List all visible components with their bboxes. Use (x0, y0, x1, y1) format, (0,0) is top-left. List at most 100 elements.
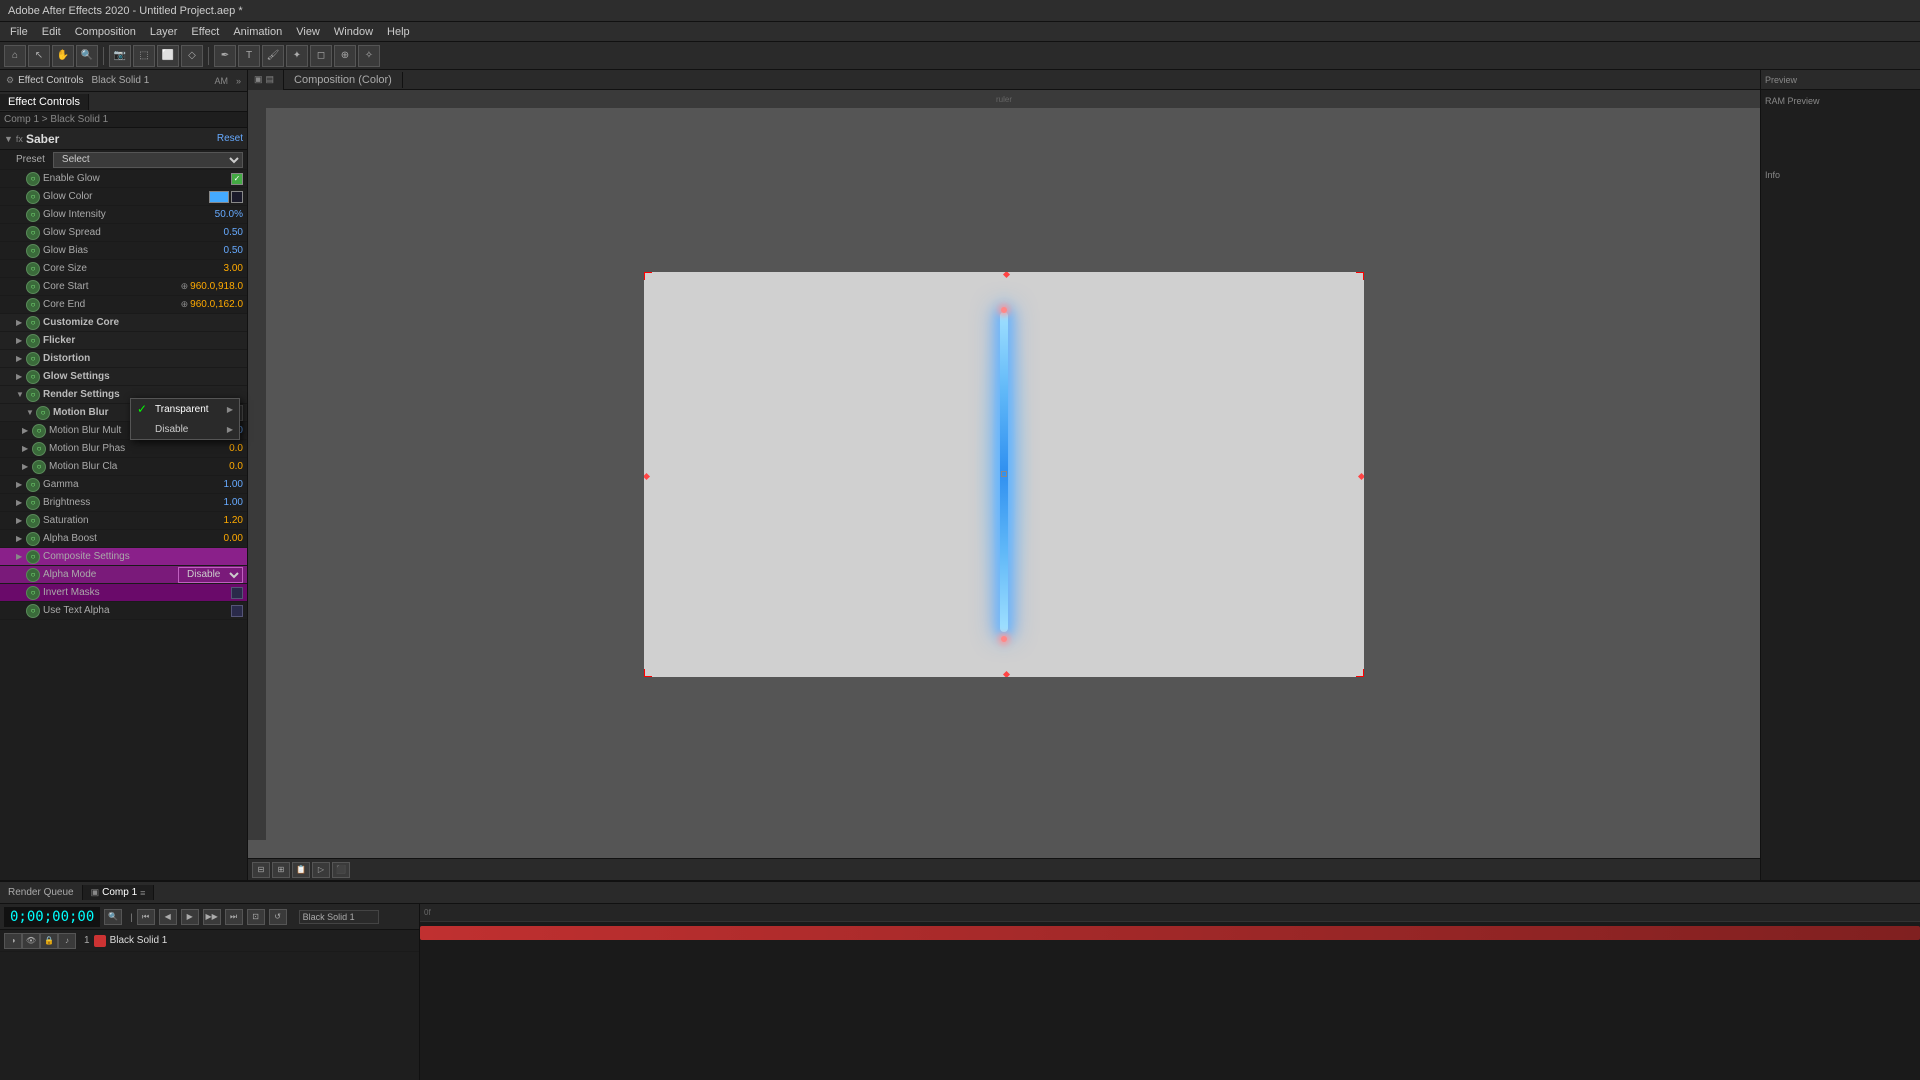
distortion-icon: ○ (26, 352, 40, 366)
customize-core-label: Customize Core (43, 317, 119, 328)
tl-loop[interactable]: ↺ (269, 909, 287, 925)
tab-composition-color[interactable]: Composition (Color) (284, 72, 403, 88)
glow-intensity-value[interactable]: 50.0% (193, 209, 243, 220)
comp-canvas[interactable] (644, 272, 1364, 677)
core-size-value[interactable]: 3.00 (193, 263, 243, 274)
enable-glow-icon: ○ (26, 172, 40, 186)
menu-effect[interactable]: Effect (185, 24, 225, 40)
layer-eye[interactable]: 👁 (22, 933, 40, 949)
brightness-value[interactable]: 1.00 (193, 497, 243, 508)
ctrl-zoom-out[interactable]: ⊟ (252, 862, 270, 878)
menu-window[interactable]: Window (328, 24, 379, 40)
tool-puppet[interactable]: ⊕ (334, 45, 356, 67)
menu-layer[interactable]: Layer (144, 24, 184, 40)
prop-glow-intensity: ○ Glow Intensity 50.0% (0, 206, 247, 224)
tl-play-back[interactable]: ⏮ (137, 909, 155, 925)
tool-shape[interactable]: ◇ (181, 45, 203, 67)
prop-gamma: ▶ ○ Gamma 1.00 (0, 476, 247, 494)
tl-next-frame[interactable]: ▶▶ (203, 909, 221, 925)
comp1-tab[interactable]: ▣ Comp 1 ≡ (83, 885, 155, 900)
ctrl-stop[interactable]: ⬛ (332, 862, 350, 878)
tool-layer[interactable]: ⬚ (133, 45, 155, 67)
use-text-alpha-checkbox[interactable] (231, 605, 243, 617)
prop-invert-masks: ○ Invert Masks (0, 584, 247, 602)
layer-name-input[interactable] (299, 910, 379, 924)
tool-home[interactable]: ⌂ (4, 45, 26, 67)
tool-mask[interactable]: ⬜ (157, 45, 179, 67)
motion-blur-icon: ○ (36, 406, 50, 420)
ctrl-resolution[interactable]: 📋 (292, 862, 310, 878)
tl-search[interactable]: 🔍 (104, 909, 122, 925)
core-end-value[interactable]: 960.0,162.0 (190, 299, 243, 310)
tl-prev-frame[interactable]: ◀ (159, 909, 177, 925)
core-start-label: Core Start (43, 281, 181, 292)
layer-lock[interactable]: 🔒 (40, 933, 58, 949)
right-panel: Preview RAM Preview Info (1760, 70, 1920, 880)
saber-expand-arrow[interactable]: ▼ (4, 134, 13, 144)
popup-disable[interactable]: ✓ Disable ▶ (131, 419, 239, 439)
gamma-value[interactable]: 1.00 (193, 479, 243, 490)
menu-edit[interactable]: Edit (36, 24, 67, 40)
tool-hand[interactable]: ✋ (52, 45, 74, 67)
transparent-checkmark: ✓ (137, 402, 151, 416)
menu-composition[interactable]: Composition (69, 24, 142, 40)
menu-file[interactable]: File (4, 24, 34, 40)
tool-zoom[interactable]: 🔍 (76, 45, 98, 67)
toolbar: ⌂ ↖ ✋ 🔍 📷 ⬚ ⬜ ◇ ✒ T 🖌 ✦ ◻ ⊕ ✧ (0, 42, 1920, 70)
tool-brush[interactable]: 🖌 (262, 45, 284, 67)
ec-expand[interactable]: » (236, 76, 241, 86)
render-queue-tab[interactable]: Render Queue (0, 885, 83, 900)
render-settings-label: Render Settings (43, 389, 120, 400)
glow-spread-value[interactable]: 0.50 (193, 227, 243, 238)
corner-marker-tr (1356, 272, 1364, 280)
saber-reset-button[interactable]: Reset (217, 133, 243, 144)
use-text-alpha-label: Use Text Alpha (43, 605, 231, 616)
invert-masks-label: Invert Masks (43, 587, 231, 598)
tl-play[interactable]: ▶ (181, 909, 199, 925)
tool-stamp[interactable]: ✦ (286, 45, 308, 67)
preset-select[interactable]: Select (53, 152, 243, 168)
mb-cla-value[interactable]: 0.0 (193, 461, 243, 472)
use-text-alpha-icon: ○ (26, 604, 40, 618)
section-customize-core[interactable]: ▶ ○ Customize Core (0, 314, 247, 332)
mb-phas-value[interactable]: 0.0 (193, 443, 243, 454)
section-distortion[interactable]: ▶ ○ Distortion (0, 350, 247, 368)
tool-camera[interactable]: 📷 (109, 45, 131, 67)
time-display[interactable]: 0;00;00;00 (4, 907, 100, 927)
section-flicker[interactable]: ▶ ○ Flicker (0, 332, 247, 350)
layer-solo[interactable]: ◑ (4, 933, 22, 949)
glow-color-dark-swatch[interactable] (231, 191, 243, 203)
tool-text[interactable]: T (238, 45, 260, 67)
effect-controls-title: Effect Controls (18, 75, 83, 86)
tl-ram-preview[interactable]: ⊡ (247, 909, 265, 925)
menu-animation[interactable]: Animation (227, 24, 288, 40)
menu-help[interactable]: Help (381, 24, 416, 40)
glow-bias-value[interactable]: 0.50 (193, 245, 243, 256)
tl-spacer: | (130, 912, 132, 922)
mb-phas-label: Motion Blur Phas (49, 443, 193, 454)
tl-play-end[interactable]: ⏭ (225, 909, 243, 925)
alpha-boost-value[interactable]: 0.00 (193, 533, 243, 544)
tool-pen[interactable]: ✒ (214, 45, 236, 67)
ctrl-play[interactable]: ▷ (312, 862, 330, 878)
tab-effect-controls[interactable]: Effect Controls (0, 94, 89, 110)
title-bar: Adobe After Effects 2020 - Untitled Proj… (0, 0, 1920, 22)
enable-glow-checkbox[interactable]: ✓ (231, 173, 243, 185)
tool-eraser[interactable]: ◻ (310, 45, 332, 67)
core-start-value[interactable]: 960.0,918.0 (190, 281, 243, 292)
section-glow-settings[interactable]: ▶ ○ Glow Settings (0, 368, 247, 386)
popup-transparent[interactable]: ✓ Transparent ▶ (131, 399, 239, 419)
alpha-mode-dropdown[interactable]: DisableTransparent (178, 567, 243, 583)
layer-audio[interactable]: ♪ (58, 933, 76, 949)
menu-view[interactable]: View (290, 24, 326, 40)
tool-select[interactable]: ↖ (28, 45, 50, 67)
invert-masks-checkbox[interactable] (231, 587, 243, 599)
glow-color-swatch[interactable] (209, 191, 229, 203)
effect-controls-panel: ⚙ Effect Controls Black Solid 1 AM » Eff… (0, 70, 248, 880)
side-marker-bottom (1003, 670, 1010, 676)
tool-star[interactable]: ✧ (358, 45, 380, 67)
saturation-value[interactable]: 1.20 (193, 515, 243, 526)
glow-color-icon: ○ (26, 190, 40, 204)
composite-settings-icon: ○ (26, 550, 40, 564)
ctrl-fit[interactable]: ⊞ (272, 862, 290, 878)
